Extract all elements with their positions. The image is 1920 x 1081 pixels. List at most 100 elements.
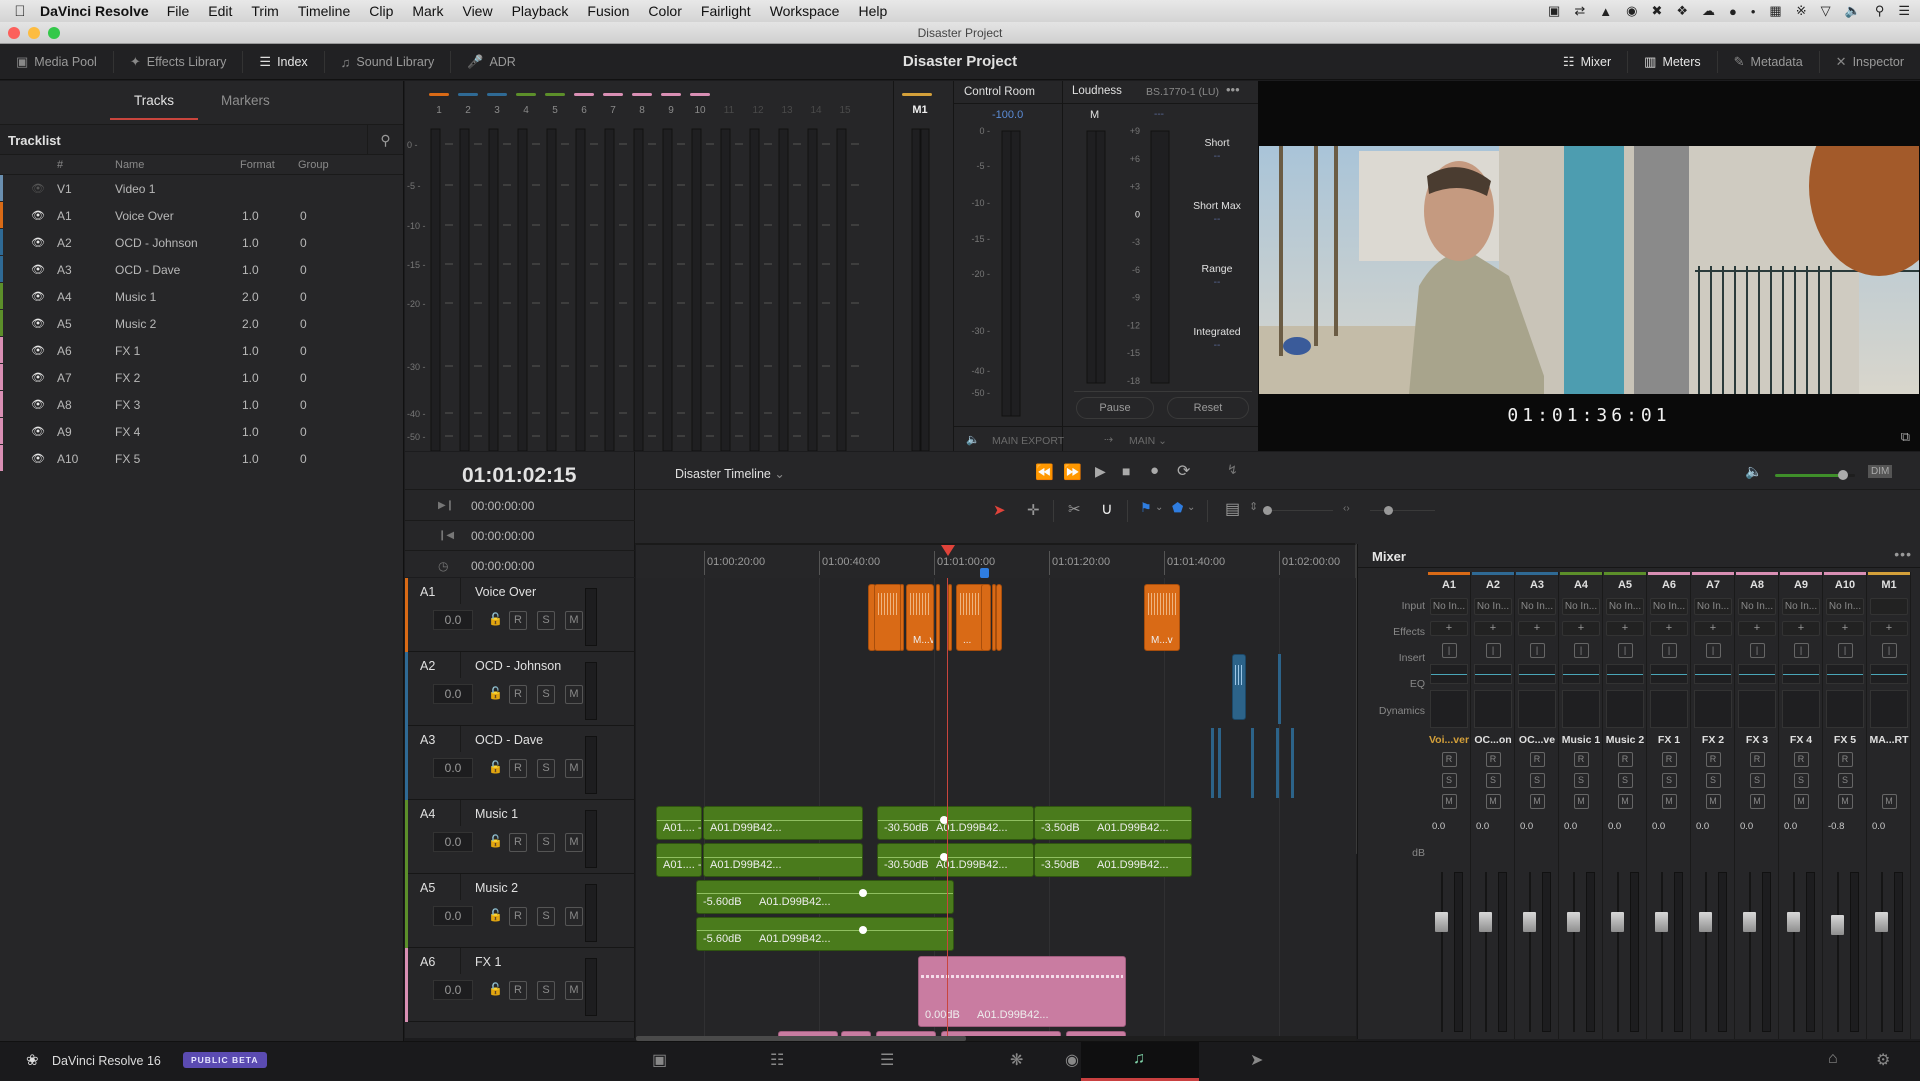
vertical-zoom-slider[interactable] <box>1263 506 1333 515</box>
track-header[interactable]: A5 Music 2 0.0 🔓 R S M <box>405 874 635 948</box>
solo-button[interactable]: S <box>537 907 555 926</box>
route-dropdown[interactable]: MAIN ⌄ <box>1129 435 1167 447</box>
channel-fader[interactable] <box>1476 872 1507 1037</box>
fader-handle[interactable] <box>1523 912 1536 932</box>
dim-button[interactable]: DIM <box>1868 465 1893 478</box>
spotlight-search-icon[interactable]: ⚲ <box>1875 3 1885 19</box>
insert-toggle[interactable]: | <box>1573 643 1589 658</box>
mute-button[interactable]: M <box>1793 794 1809 809</box>
video-viewer[interactable]: 01:01:36:01 ⧉ <box>1258 81 1920 451</box>
audio-clip[interactable] <box>948 584 952 651</box>
menu-clip[interactable]: Clip <box>369 3 393 19</box>
dynamics-graph[interactable] <box>1562 690 1600 728</box>
dynamics-graph[interactable] <box>1650 690 1688 728</box>
tab-tracks[interactable]: Tracks <box>110 93 198 120</box>
eq-graph[interactable] <box>1694 664 1732 684</box>
tracklist-row[interactable]: 👁 A10 FX 5 1.0 0 <box>0 445 403 472</box>
solo-button[interactable]: S <box>1837 773 1853 788</box>
solo-button[interactable]: S <box>1573 773 1589 788</box>
menu-timeline[interactable]: Timeline <box>298 3 350 19</box>
solo-button[interactable]: S <box>537 611 555 630</box>
metadata-toggle-button[interactable]: ✎ Metadata <box>1718 51 1820 73</box>
mute-button[interactable]: M <box>565 611 583 630</box>
menu-help[interactable]: Help <box>858 3 887 19</box>
audio-clip[interactable] <box>1218 728 1221 798</box>
visibility-eye-icon[interactable]: 👁 <box>31 263 45 276</box>
solo-button[interactable]: S <box>1441 773 1457 788</box>
tracklist-row[interactable]: 👁 A7 FX 2 1.0 0 <box>0 364 403 391</box>
visibility-eye-icon[interactable]: 👁 <box>31 209 45 222</box>
audio-clip[interactable] <box>1232 654 1246 720</box>
track-header[interactable]: A3 OCD - Dave 0.0 🔓 R S M <box>405 726 635 800</box>
dynamics-graph[interactable] <box>1826 690 1864 728</box>
keyframe[interactable] <box>859 926 867 934</box>
record-arm-button[interactable]: R <box>1837 752 1853 767</box>
dynamics-graph[interactable] <box>1694 690 1732 728</box>
track-header[interactable]: A2 OCD - Johnson 0.0 🔓 R S M <box>405 652 635 726</box>
add-effect-button[interactable]: + <box>1518 621 1556 636</box>
timeline-tracks[interactable]: ...M...v...M...vA01.... - LA01.D99B42...… <box>636 578 1356 1038</box>
page-media-icon[interactable]: ▣ <box>652 1050 667 1070</box>
track-name[interactable]: Music 2 <box>475 881 518 895</box>
in-timecode[interactable]: 00:00:00:00 <box>471 499 534 513</box>
menu-trim[interactable]: Trim <box>251 3 278 19</box>
solo-button[interactable]: S <box>1529 773 1545 788</box>
audio-clip[interactable] <box>900 584 904 651</box>
out-timecode[interactable]: 00:00:00:00 <box>471 529 534 543</box>
track-name[interactable]: FX 1 <box>475 955 501 969</box>
track-header[interactable]: A6 FX 1 0.0 🔓 R S M <box>405 948 635 1022</box>
record-arm-button[interactable]: R <box>509 833 527 852</box>
insert-toggle[interactable]: | <box>1485 643 1501 658</box>
col-name[interactable]: Name <box>115 159 144 171</box>
duration-timecode[interactable]: 00:00:00:00 <box>471 559 534 573</box>
audio-clip[interactable]: M...v <box>906 584 934 651</box>
home-icon[interactable]: ⌂ <box>1828 1050 1838 1068</box>
input-selector[interactable]: No In... <box>1782 598 1820 615</box>
page-fairlight-button[interactable]: ♫ <box>1081 1042 1199 1081</box>
audio-clip[interactable]: A01.D99B42... <box>703 843 863 877</box>
add-effect-button[interactable]: + <box>1826 621 1864 636</box>
add-effect-button[interactable]: + <box>1870 621 1908 636</box>
channel-fader[interactable] <box>1872 872 1903 1037</box>
loop-button[interactable]: ⟳ <box>1177 461 1190 481</box>
range-tool-icon[interactable]: ✛ <box>1027 501 1040 519</box>
track-name[interactable]: OCD - Dave <box>475 733 543 747</box>
track-lock-icon[interactable]: 🔓 <box>488 908 503 922</box>
creative-cloud-icon[interactable]: ◉ <box>1626 3 1637 19</box>
audio-clip[interactable] <box>1278 654 1281 724</box>
record-arm-button[interactable]: R <box>509 611 527 630</box>
screen-record-icon[interactable]: ▣ <box>1548 3 1560 19</box>
fader-handle[interactable] <box>1479 912 1492 932</box>
fader-handle[interactable] <box>1699 912 1712 932</box>
fader-handle[interactable] <box>1787 912 1800 932</box>
solo-button[interactable]: S <box>1485 773 1501 788</box>
menu-edit[interactable]: Edit <box>208 3 232 19</box>
fader-handle[interactable] <box>1743 912 1756 932</box>
dynamics-graph[interactable] <box>1738 690 1776 728</box>
menu-file[interactable]: File <box>167 3 190 19</box>
marker-icon[interactable]: ⬟ <box>1172 500 1183 516</box>
record-arm-button[interactable]: R <box>509 759 527 778</box>
sound-library-button[interactable]: ♫ Sound Library <box>325 51 452 73</box>
insert-toggle[interactable]: | <box>1749 643 1765 658</box>
page-color-icon[interactable]: ◉ <box>1065 1050 1079 1070</box>
record-arm-button[interactable]: R <box>1793 752 1809 767</box>
insert-toggle[interactable]: | <box>1705 643 1721 658</box>
record-arm-button[interactable]: R <box>509 685 527 704</box>
insert-toggle[interactable]: | <box>1661 643 1677 658</box>
track-volume-field[interactable]: 0.0 <box>433 684 473 704</box>
fader-handle[interactable] <box>1611 912 1624 932</box>
menu-workspace[interactable]: Workspace <box>770 3 840 19</box>
cloud-upload-icon[interactable]: ☁ <box>1702 3 1715 19</box>
inspector-toggle-button[interactable]: ✕ Inspector <box>1820 51 1920 73</box>
mute-button[interactable]: M <box>1705 794 1721 809</box>
audio-clip[interactable] <box>1211 728 1214 798</box>
play-button[interactable]: ▶ <box>1095 463 1106 480</box>
solo-button[interactable]: S <box>1661 773 1677 788</box>
track-lock-icon[interactable]: 🔓 <box>488 612 503 626</box>
bluetooth-icon[interactable]: ※ <box>1796 3 1807 19</box>
insert-toggle[interactable]: | <box>1881 643 1897 658</box>
channel-fader[interactable] <box>1696 872 1727 1037</box>
page-deliver-icon[interactable]: ➤ <box>1250 1050 1263 1070</box>
mute-button[interactable]: M <box>1837 794 1853 809</box>
